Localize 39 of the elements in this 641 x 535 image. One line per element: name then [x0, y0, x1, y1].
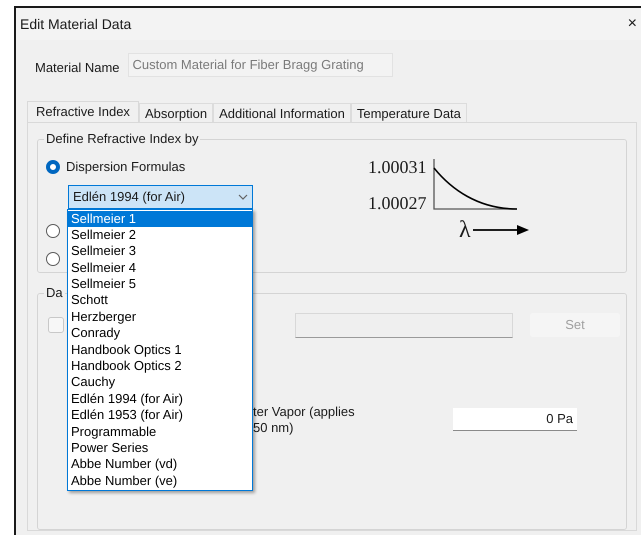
dropdown-option[interactable]: Programmable: [68, 424, 252, 440]
dropdown-option[interactable]: Sellmeier 3: [68, 243, 252, 260]
dropdown-option[interactable]: Edlén 1994 (for Air): [68, 390, 252, 408]
formula-dropdown[interactable]: Edlén 1994 (for Air): [68, 184, 253, 208]
dropdown-option[interactable]: Sellmeier 4: [68, 260, 252, 276]
tab[interactable]: Additional Information: [213, 102, 351, 122]
tab[interactable]: Absorption: [138, 102, 214, 122]
dropdown-option[interactable]: Sellmeier 1: [68, 210, 252, 227]
axis-label: λ: [459, 216, 471, 242]
dropdown-option[interactable]: Schott: [68, 292, 252, 309]
radio-button[interactable]: [46, 160, 60, 174]
dropdown-option[interactable]: Cauchy: [68, 374, 252, 391]
dropdown-option[interactable]: Abbe Number (ve): [68, 472, 252, 490]
radio-button[interactable]: [46, 252, 60, 266]
dropdown-option[interactable]: Abbe Number (vd): [68, 456, 252, 473]
group-title: Define Refractive Index by: [44, 130, 200, 146]
dropdown-option[interactable]: Handbook Optics 2: [68, 358, 252, 374]
field-label: Material Name: [35, 59, 120, 77]
axis-label: 1.00031: [368, 156, 426, 176]
radio-label: Dispersion Formulas: [66, 158, 186, 176]
dropdown-option[interactable]: Sellmeier 2: [68, 226, 252, 244]
close-icon[interactable]: ×: [628, 16, 637, 32]
arrow-icon: [472, 224, 529, 236]
dropdown-option[interactable]: Handbook Optics 1: [68, 342, 252, 358]
dropdown-option[interactable]: Power Series: [68, 440, 252, 456]
checkbox[interactable]: [48, 317, 64, 333]
window-title: Edit Material Data: [20, 14, 132, 34]
water-vapor-field[interactable]: 0 Pa: [453, 408, 577, 431]
field-label: 50 nm): [253, 420, 294, 436]
radio-button[interactable]: [46, 224, 60, 238]
dropdown-option[interactable]: Edlén 1953 (for Air): [68, 407, 252, 424]
chevron-icon: [238, 194, 248, 200]
dropdown-option[interactable]: Sellmeier 5: [68, 276, 252, 292]
dropdown-option[interactable]: Herzberger: [68, 308, 252, 326]
field-label: ter Vapor (applies: [253, 404, 356, 420]
tab[interactable]: Temperature Data: [350, 102, 467, 122]
axis-label: 1.00027: [368, 192, 426, 212]
tab[interactable]: Refractive Index: [27, 100, 139, 122]
dropdown-option[interactable]: Conrady: [68, 325, 252, 342]
